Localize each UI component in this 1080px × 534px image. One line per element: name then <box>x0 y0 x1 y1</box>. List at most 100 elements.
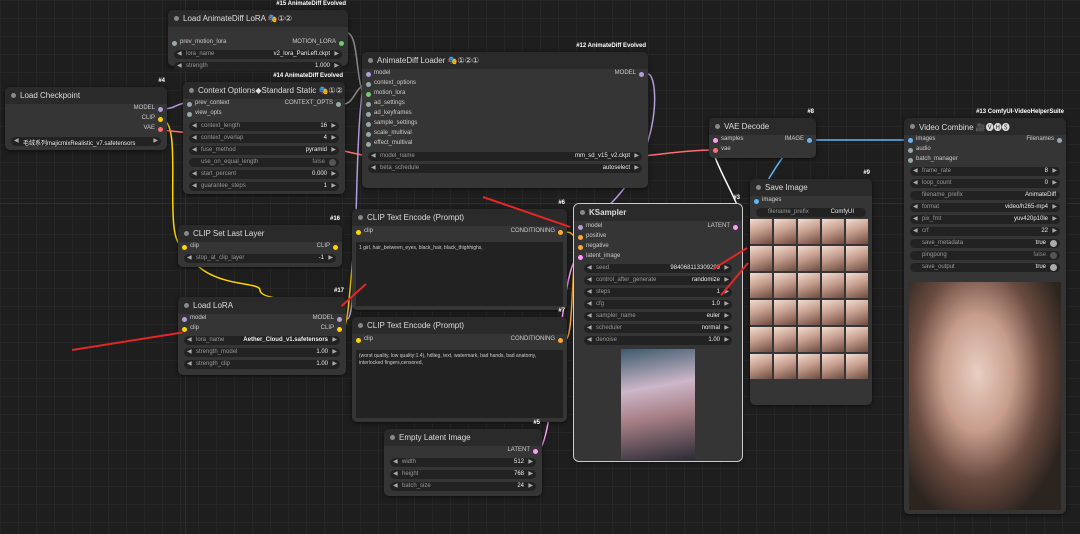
node-vae-decode[interactable]: #8 VAE Decode samples IMAGE vae <box>709 109 816 158</box>
node-clip-text-encode-positive[interactable]: #6 CLIP Text Encode (Prompt) clip CONDIT… <box>352 200 567 310</box>
node-title-bar[interactable]: CLIP Set Last Layer <box>178 225 342 242</box>
widget-guarantee-steps[interactable]: ◀ guarantee_steps 1 ▶ <box>189 182 339 191</box>
node-title-bar[interactable]: Empty Latent Image <box>384 429 542 446</box>
prompt-text-positive[interactable]: 1 girl, hair_between_eyes, black_hair, b… <box>356 242 563 306</box>
node-clip-text-encode-negative[interactable]: #7 CLIP Text Encode (Prompt) clip CONDIT… <box>352 308 567 422</box>
widget-loop-count[interactable]: ◀ loop_count 0 ▶ <box>910 179 1060 188</box>
thumbnail[interactable] <box>750 300 772 325</box>
widget-filename-prefix[interactable]: filename_prefix AnimateDiff <box>910 191 1060 200</box>
widget-frame-rate[interactable]: ◀ frame_rate 8 ▶ <box>910 167 1060 176</box>
widget-ckpt-name[interactable]: ◀ 毛绒系列majicmixRealistic_v7.safetensors ▶ <box>11 137 161 147</box>
thumbnail[interactable] <box>798 219 820 244</box>
thumbnail[interactable] <box>846 246 868 271</box>
thumbnail[interactable] <box>822 219 844 244</box>
thumbnail[interactable] <box>822 354 844 379</box>
output-vae[interactable]: VAE <box>143 125 163 134</box>
widget-strength-model[interactable]: ◀ strength_model 1.00 ▶ <box>184 348 340 357</box>
widget-crf[interactable]: ◀ crf 22 ▶ <box>910 227 1060 236</box>
node-load-checkpoint[interactable]: #4 Load Checkpoint MODEL CLIP VAE ◀ 毛绒系列m… <box>5 78 167 150</box>
widget-control-after-generate[interactable]: ◀ control_after_generate randomize ▶ <box>584 276 732 285</box>
widget-stop-at-clip-layer[interactable]: ◀ stop_at_clip_layer -1 ▶ <box>184 254 336 263</box>
node-save-image[interactable]: #9 Save Image images filename_prefix Comf… <box>750 170 872 405</box>
widget-strength-clip[interactable]: ◀ strength_clip 1.00 ▶ <box>184 360 340 369</box>
node-title-bar[interactable]: Load LoRA <box>178 297 346 314</box>
output-model[interactable]: MODEL <box>134 105 163 114</box>
thumbnail[interactable] <box>822 300 844 325</box>
widget-denoise[interactable]: ◀ denoise 1.00 ▶ <box>584 336 732 345</box>
output-conditioning[interactable]: CONDITIONING <box>511 228 563 237</box>
thumbnail[interactable] <box>798 273 820 298</box>
widget-seed[interactable]: ◀ seed 984068113309299 ▶ <box>584 264 732 273</box>
toggle-save-metadata[interactable]: save_metadata true <box>910 239 1060 248</box>
widget-beta-schedule[interactable]: ◀ beta_schedule autoselect ▶ <box>368 164 642 173</box>
widget-pix-fmt[interactable]: ◀ pix_fmt yuv420p10le ▶ <box>910 215 1060 224</box>
output-clip[interactable]: CLIP <box>142 115 163 124</box>
widget-steps[interactable]: ◀ steps 1 ▶ <box>584 288 732 297</box>
node-title-bar[interactable]: VAE Decode <box>709 118 816 135</box>
widget-filename-prefix[interactable]: filename_prefix ComfyUI <box>756 208 866 217</box>
widget-format[interactable]: ◀ format video/h265-mp4 ▶ <box>910 203 1060 212</box>
output-latent[interactable]: LATENT <box>707 223 738 232</box>
thumbnail[interactable] <box>750 327 772 352</box>
node-load-lora[interactable]: #17 Load LoRA model MODEL clip CLIP ◀ lor… <box>178 288 346 375</box>
thumbnail[interactable] <box>774 246 796 271</box>
output-conditioning[interactable]: CONDITIONING <box>511 336 563 345</box>
widget-lora-name[interactable]: ◀ lora_name Aether_Cloud_v1.safetensors ▶ <box>184 336 340 345</box>
widget-scheduler[interactable]: ◀ scheduler normal ▶ <box>584 324 732 333</box>
node-title-bar[interactable]: Video Combine 🎥🅥🅗🅢 <box>904 118 1066 135</box>
toggle-pingpong[interactable]: pingpong false <box>910 251 1060 260</box>
thumbnail[interactable] <box>750 354 772 379</box>
node-empty-latent-image[interactable]: #5 Empty Latent Image LATENT ◀ width 512 ▶ … <box>384 420 542 496</box>
thumbnail[interactable] <box>750 219 772 244</box>
node-title-bar[interactable]: CLIP Text Encode (Prompt) <box>352 317 567 334</box>
widget-strength[interactable]: ◀ strength 1.000 ▶ <box>174 62 342 71</box>
widget-start-percent[interactable]: ◀ start_percent 0.000 ▶ <box>189 170 339 179</box>
thumbnail[interactable] <box>774 273 796 298</box>
output-latent[interactable]: LATENT <box>507 447 538 456</box>
node-load-animatediff-lora[interactable]: #15 AnimateDiff Evolved Load AnimateDiff… <box>168 1 348 71</box>
node-title-bar[interactable]: Load AnimateDiff LoRA 🎭①② <box>168 10 348 27</box>
widget-batch-size[interactable]: ◀ batch_size 24 ▶ <box>390 482 536 491</box>
thumbnail[interactable] <box>774 327 796 352</box>
thumbnail[interactable] <box>774 354 796 379</box>
widget-sampler-name[interactable]: ◀ sampler_name euler ▶ <box>584 312 732 321</box>
output-context-opts[interactable]: CONTEXT_OPTS <box>285 100 341 109</box>
thumbnail[interactable] <box>846 354 868 379</box>
widget-lora-name[interactable]: ◀ lora_name v2_lora_PanLeft.ckpt ▶ <box>174 50 342 59</box>
output-clip[interactable]: CLIP <box>321 325 342 334</box>
thumbnail[interactable] <box>822 246 844 271</box>
widget-context-overlap[interactable]: ◀ context_overlap 4 ▶ <box>189 134 339 143</box>
widget-width[interactable]: ◀ width 512 ▶ <box>390 458 536 467</box>
output-filenames[interactable]: Filenames <box>1026 136 1062 145</box>
thumbnail[interactable] <box>846 300 868 325</box>
node-title-bar[interactable]: KSampler <box>574 204 742 221</box>
thumbnail[interactable] <box>750 246 772 271</box>
node-title-bar[interactable]: Load Checkpoint <box>5 87 167 104</box>
widget-model-name[interactable]: ◀ model_name mm_sd_v15_v2.ckpt ▶ <box>368 152 642 161</box>
widget-fuse-method[interactable]: ◀ fuse_method pyramid ▶ <box>189 146 339 155</box>
thumbnail[interactable] <box>798 300 820 325</box>
node-context-options[interactable]: #14 AnimateDiff Evolved Context Options◆… <box>183 73 345 194</box>
prompt-text-negative[interactable]: (worst quality, low quality:1.4), hdlieg… <box>356 350 563 418</box>
output-motion-lora[interactable]: MOTION_LORA <box>292 39 344 48</box>
thumbnail[interactable] <box>846 273 868 298</box>
toggle-save-output[interactable]: save_output true <box>910 263 1060 272</box>
toggle-use-on-equal-length[interactable]: use_on_equal_length false <box>189 158 339 167</box>
thumbnail[interactable] <box>798 327 820 352</box>
thumbnail[interactable] <box>798 354 820 379</box>
thumbnail[interactable] <box>846 219 868 244</box>
node-ksampler[interactable]: #3 KSampler model LATENT positive negati… <box>573 195 743 462</box>
output-image[interactable]: IMAGE <box>785 136 812 145</box>
thumbnail[interactable] <box>774 219 796 244</box>
node-title-bar[interactable]: CLIP Text Encode (Prompt) <box>352 209 567 226</box>
output-clip[interactable]: CLIP <box>317 243 338 252</box>
thumbnail[interactable] <box>846 327 868 352</box>
node-animatediff-loader[interactable]: #12 AnimateDiff Evolved AnimateDiff Load… <box>362 43 648 188</box>
node-clip-set-last-layer[interactable]: #16 CLIP Set Last Layer clip CLIP ◀ stop_… <box>178 216 342 267</box>
widget-height[interactable]: ◀ height 768 ▶ <box>390 470 536 479</box>
node-title-bar[interactable]: Save Image <box>750 179 872 196</box>
output-model[interactable]: MODEL <box>615 70 644 79</box>
node-title-bar[interactable]: AnimateDiff Loader 🎭①②① <box>362 52 648 69</box>
thumbnail[interactable] <box>798 246 820 271</box>
widget-context-length[interactable]: ◀ context_length 16 ▶ <box>189 122 339 131</box>
